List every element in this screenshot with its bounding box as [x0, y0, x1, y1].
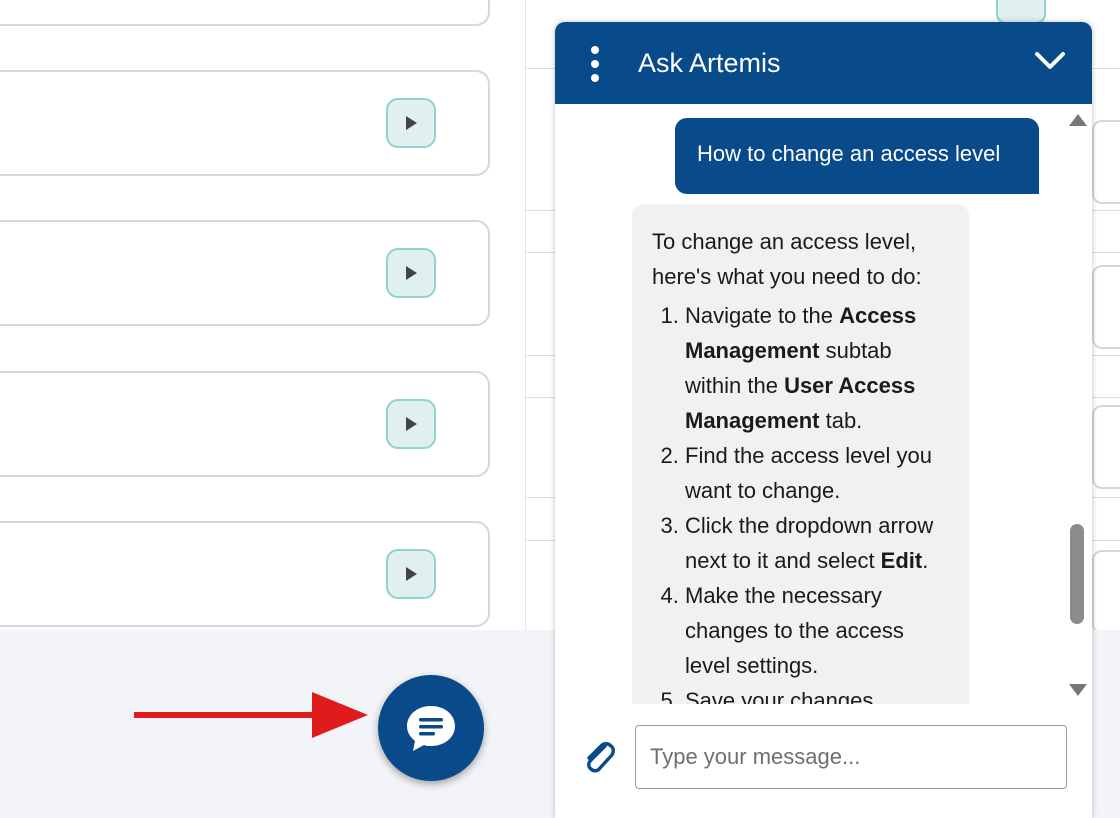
kebab-menu-icon[interactable] — [588, 46, 602, 82]
bot-message-step: Click the dropdown arrow next to it and … — [685, 508, 953, 578]
chat-title: Ask Artemis — [638, 48, 781, 78]
bot-message: To change an access level, here's what y… — [632, 204, 969, 704]
message-input[interactable] — [635, 725, 1067, 789]
message-list: How to change an access level To change … — [555, 104, 1092, 704]
step-text: tab. — [819, 408, 863, 433]
video-card — [0, 521, 490, 627]
video-card — [0, 220, 490, 326]
chevron-down-icon[interactable] — [1033, 48, 1067, 74]
play-button[interactable] — [386, 248, 436, 298]
play-icon — [406, 116, 417, 130]
background-card-edge — [1092, 265, 1120, 349]
paperclip-icon[interactable] — [581, 738, 617, 776]
play-button[interactable] — [386, 98, 436, 148]
background-play-button — [996, 0, 1046, 24]
scroll-thumb[interactable] — [1070, 524, 1084, 624]
scroll-down-arrow-icon[interactable] — [1069, 684, 1087, 696]
chat-panel: Ask Artemis How to change an access leve… — [555, 22, 1092, 818]
step-text: Find the access level you want to change… — [685, 443, 933, 503]
play-icon — [406, 266, 417, 280]
user-message: How to change an access level — [675, 118, 1039, 194]
content-list — [0, 0, 510, 630]
background-card-edge — [1092, 550, 1120, 634]
background-card-edge — [1092, 120, 1120, 204]
step-text: Save your changes. — [685, 688, 880, 704]
step-text: . — [922, 548, 929, 573]
composer — [555, 704, 1092, 818]
step-text: Navigate to the — [685, 303, 840, 328]
red-arrow-icon — [134, 692, 368, 738]
chat-launcher-button[interactable] — [378, 675, 484, 781]
step-text: Make the necessary changes to the access… — [685, 583, 904, 678]
play-button[interactable] — [386, 549, 436, 599]
video-card — [0, 371, 490, 477]
bot-message-intro: To change an access level, here's what y… — [652, 229, 922, 289]
play-button[interactable] — [386, 399, 436, 449]
bot-message-step: Save your changes. — [685, 683, 953, 704]
bot-message-step: Navigate to the Access Management subtab… — [685, 298, 953, 438]
play-icon — [406, 567, 417, 581]
bot-message-steps: Navigate to the Access Management subtab… — [652, 298, 953, 704]
video-card — [0, 0, 490, 26]
play-icon — [406, 417, 417, 431]
bot-message-step: Find the access level you want to change… — [685, 438, 953, 508]
chat-bubble-icon — [407, 706, 455, 751]
background-card-edge — [1092, 405, 1120, 489]
bot-message-step: Make the necessary changes to the access… — [685, 578, 953, 683]
scroll-up-arrow-icon[interactable] — [1069, 114, 1087, 126]
message-scrollbar[interactable] — [1062, 104, 1092, 704]
video-card — [0, 70, 490, 176]
bold-term: Edit — [880, 548, 923, 573]
chat-header: Ask Artemis — [555, 22, 1092, 104]
